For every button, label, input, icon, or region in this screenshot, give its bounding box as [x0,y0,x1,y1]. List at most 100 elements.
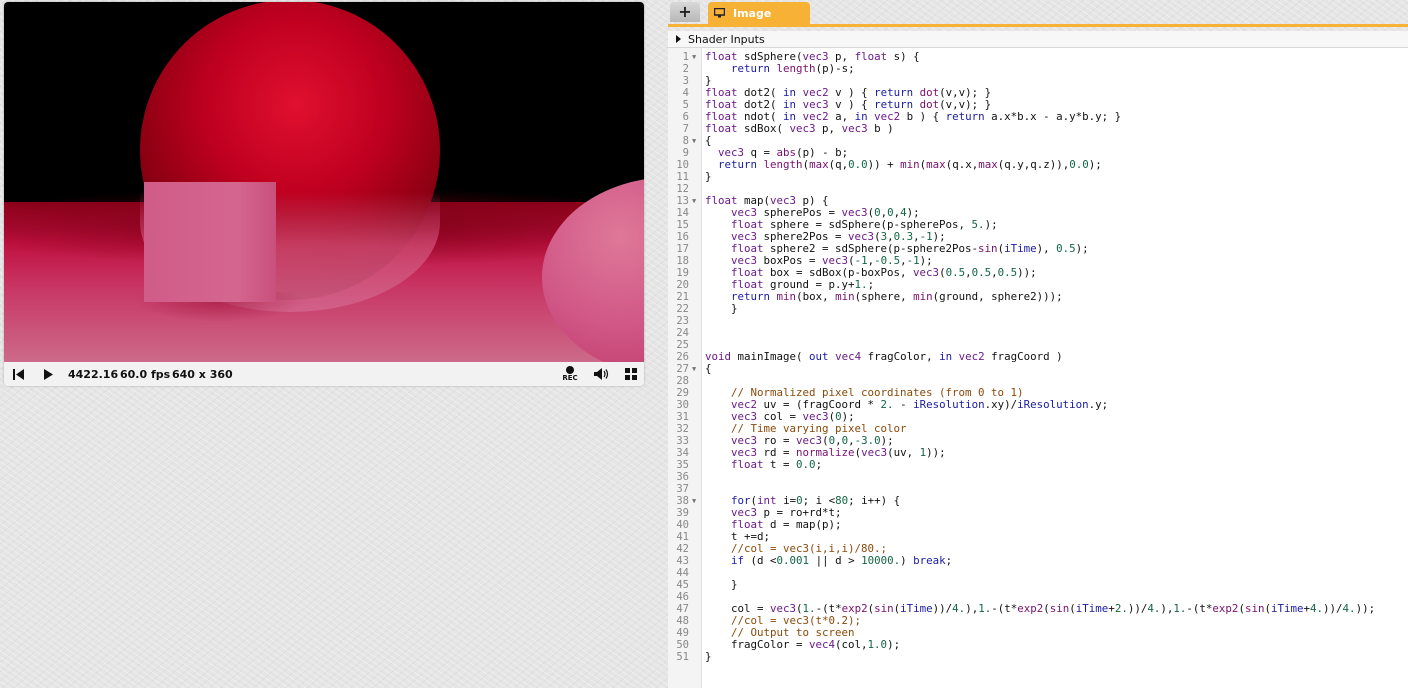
code-line[interactable]: 43 if (d <0.001 || d > 10000.) break; [668,554,1408,568]
code-text: float sdBox( vec3 p, vec3 b ) [705,122,894,135]
code-text: } [705,650,712,663]
line-number: 22 [676,303,689,315]
line-number: 6 [682,111,689,123]
line-number: 30 [676,399,689,411]
code-line[interactable]: 21 return min(box, min(sphere, min(groun… [668,290,1408,304]
add-tab-button[interactable]: + [670,2,700,22]
code-line[interactable]: 7 float sdBox( vec3 p, vec3 b ) [668,122,1408,136]
line-number: 9 [682,147,689,159]
line-number: 18 [676,255,689,267]
code-area[interactable]: 1 ▼ float sdSphere(vec3 p, float s) {2 ret… [668,51,1408,664]
line-number: 47 [676,603,689,615]
render-box [144,182,276,302]
volume-icon [594,368,609,380]
line-number: 42 [676,543,689,555]
line-number: 39 [676,507,689,519]
code-text: } [705,302,738,315]
rewind-icon [12,368,24,380]
line-number: 48 [676,615,689,627]
code-line[interactable]: 27 ▼ { [668,362,1408,376]
line-number: 1 [682,51,689,63]
fold-arrow-icon[interactable]: ▼ [692,135,696,147]
line-number: 36 [676,471,689,483]
code-line[interactable]: 10 return length(max(q,0.0)) + min(max(q… [668,159,1408,172]
line-number: 10 [676,159,689,171]
line-number: 17 [676,243,689,255]
tab-image[interactable]: Image [708,2,810,24]
line-number: 50 [676,639,689,651]
record-button[interactable]: REC [560,362,580,386]
fold-arrow-icon[interactable]: ▼ [692,363,696,375]
line-number: 15 [676,219,689,231]
player-controls: 4422.16 60.0 fps 640 x 360 REC [4,362,644,386]
code-line[interactable]: 2 return length(p)-s; [668,63,1408,76]
record-icon [566,366,574,374]
code-text: return min(box, min(sphere, min(ground, … [731,290,1063,303]
code-text: if (d <0.001 || d > 10000.) break; [731,554,953,567]
record-label: REC [562,374,578,382]
play-button[interactable] [40,362,56,386]
line-number: 26 [676,351,689,363]
line-number: 8 [682,135,689,147]
line-number: 7 [682,123,689,135]
line-number: 33 [676,435,689,447]
code-line[interactable]: 23 [668,315,1408,327]
code-line[interactable]: 26 void mainImage( out vec4 fragColor, in… [668,351,1408,364]
shader-inputs-label: Shader Inputs [688,33,765,46]
code-text: } [705,578,738,591]
fold-arrow-icon[interactable]: ▼ [692,495,696,507]
code-line[interactable]: 11} [668,171,1408,184]
rewind-button[interactable] [10,362,26,386]
fps-readout: 60.0 fps [120,368,171,381]
line-number: 24 [676,327,689,339]
shader-inputs-toggle[interactable]: Shader Inputs [668,31,1408,48]
line-number: 28 [676,375,689,387]
code-text: float t = 0.0; [731,458,823,471]
line-number: 29 [676,387,689,399]
line-number: 40 [676,519,689,531]
code-text: fragColor = vec4(col,1.0); [705,638,901,651]
line-number: 37 [676,483,689,495]
shader-canvas[interactable] [4,2,644,362]
code-line[interactable]: 36 [668,471,1408,483]
line-number: 13 [676,195,689,207]
code-editor[interactable]: 1 ▼ float sdSphere(vec3 p, float s) {2 ret… [668,48,1408,688]
tab-underline [668,24,1408,27]
code-line[interactable]: 40 float d = map(p); [668,519,1408,532]
line-number: 21 [676,291,689,303]
code-line[interactable]: 35 float t = 0.0; [668,458,1408,472]
line-number: 35 [676,459,689,471]
line-number: 32 [676,423,689,435]
line-number: 11 [676,171,689,183]
code-line[interactable]: 44 [668,567,1408,579]
code-text: { [705,362,712,375]
line-number: 5 [682,99,689,111]
line-number: 25 [676,339,689,351]
line-number: 19 [676,267,689,279]
code-line[interactable]: 22 } [668,302,1408,316]
line-number: 14 [676,207,689,219]
line-number: 3 [682,75,689,87]
fold-arrow-icon[interactable]: ▼ [692,195,696,207]
volume-button[interactable] [592,362,612,386]
line-number: 44 [676,567,689,579]
fold-arrow-icon[interactable]: ▼ [692,51,696,63]
line-number: 20 [676,279,689,291]
resolution-readout: 640 x 360 [172,368,233,381]
code-line[interactable]: 24 [668,327,1408,339]
code-line[interactable]: 50 fragColor = vec4(col,1.0); [668,638,1408,652]
plus-icon: + [678,2,692,21]
line-number: 41 [676,531,689,543]
shader-player: 4422.16 60.0 fps 640 x 360 REC [4,2,644,386]
code-line[interactable]: 51} [668,650,1408,664]
line-number: 12 [676,183,689,195]
fullscreen-button[interactable] [622,362,640,386]
line-number: 34 [676,447,689,459]
play-icon [43,368,53,380]
line-number: 2 [682,63,689,75]
fullscreen-icon [625,368,637,380]
expand-triangle-icon [676,35,681,43]
code-line[interactable]: 45 } [668,578,1408,592]
tab-image-label: Image [733,6,772,20]
line-number: 38 [676,495,689,507]
